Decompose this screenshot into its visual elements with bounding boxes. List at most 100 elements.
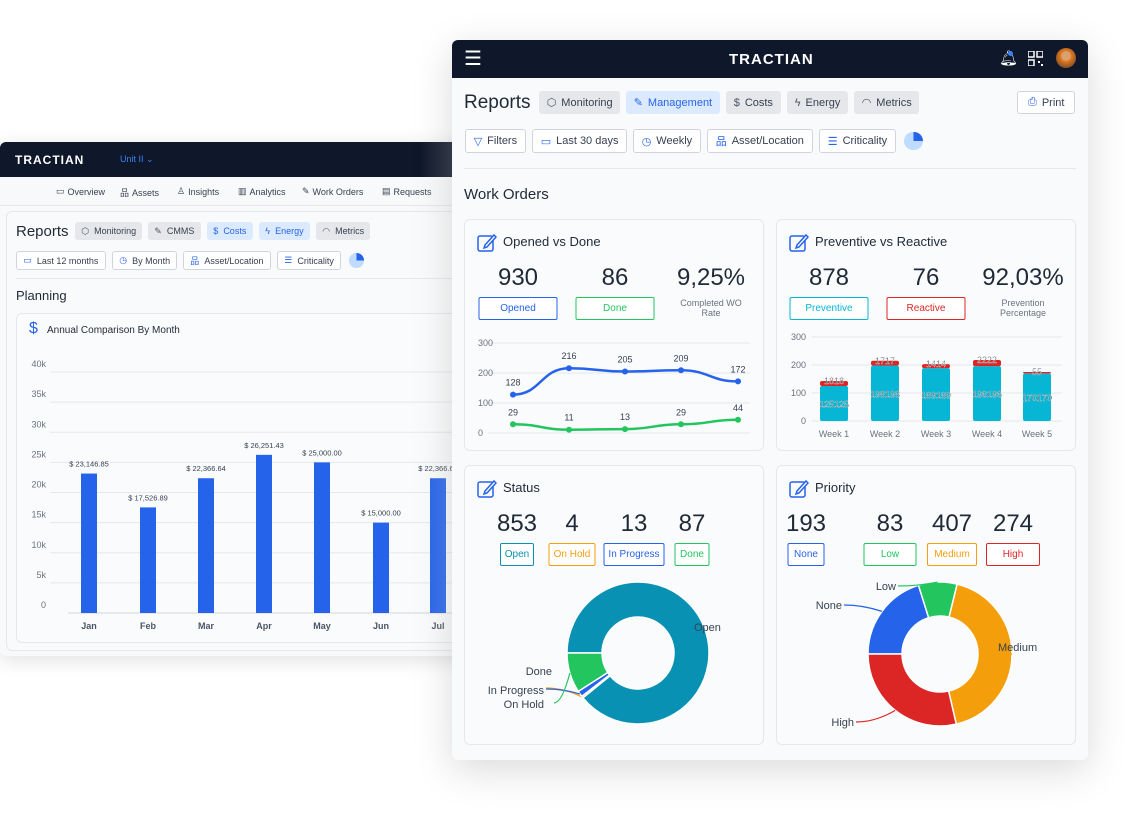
data-label: $ 17,526.89 (128, 493, 168, 502)
filter-last-30-days[interactable]: ▭ Last 30 days (532, 129, 628, 153)
y-tick-label: 0 (41, 600, 46, 610)
preventive-badge[interactable]: Preventive (789, 297, 869, 320)
filter-asset-location[interactable]: 品 Asset/Location (707, 129, 813, 153)
hierarchy-icon: 品 (715, 136, 727, 148)
tab-management[interactable]: ✎ Management (626, 91, 720, 114)
none-badge[interactable]: None (787, 543, 825, 566)
card-title: Opened vs Done (503, 234, 601, 249)
low-badge[interactable]: Low (863, 543, 917, 566)
on-hold-count: 4 (565, 510, 579, 537)
bar (314, 462, 330, 613)
bell-icon[interactable]: 🔔︎ (999, 49, 1018, 67)
tab-costs[interactable]: $ Costs (726, 91, 781, 114)
page-title: Reports (464, 92, 531, 113)
gauge-icon: ◠ (861, 97, 872, 109)
data-label: $ 26,251.43 (244, 441, 284, 450)
filter-criticality[interactable]: ☰ Criticality (819, 129, 896, 153)
chip-label: Costs (744, 96, 773, 109)
tab-monitoring[interactable]: ⬡ Monitoring (539, 91, 621, 114)
low-count: 83 (876, 510, 904, 537)
tab-energy[interactable]: ϟ Energy (787, 91, 849, 114)
bar (256, 454, 272, 613)
list-icon: ☰ (827, 135, 838, 148)
calendar-icon: ▭ (540, 135, 552, 148)
x-tick-label: Jun (373, 621, 389, 631)
done-badge[interactable]: Done (575, 297, 655, 320)
qr-code-icon[interactable] (1028, 51, 1043, 66)
opened-count: 930 (497, 264, 539, 291)
y-tick-label: 35k (31, 389, 46, 399)
bar (81, 473, 97, 613)
chip-label: Criticality (842, 135, 888, 147)
status-card: Status 853 Open 4 On Hold 13 In Progress 87 Don… (464, 465, 764, 745)
chip-label: Energy (805, 96, 841, 109)
bolt-icon: ϟ (794, 96, 801, 109)
dollar-icon: $ (733, 96, 740, 109)
menu-icon[interactable]: ☰ (464, 46, 482, 71)
opened-badge[interactable]: Opened (478, 297, 558, 320)
rate-label: Completed WO Rate (680, 298, 742, 318)
high-badge[interactable]: High (986, 543, 1040, 566)
x-tick-label: Apr (256, 621, 272, 631)
x-tick-label: May (313, 621, 331, 631)
reactive-count: 76 (912, 264, 940, 291)
avatar[interactable] (1056, 48, 1076, 68)
done-count: 86 (601, 264, 629, 291)
filter-icon: ▽ (473, 135, 483, 148)
bar (373, 522, 389, 613)
on-hold-badge[interactable]: On Hold (548, 543, 596, 566)
chip-label: Weekly (656, 135, 693, 147)
y-tick-label: 40k (31, 359, 46, 369)
front-window: ☰ TRACTIAN 🔔︎ Reports ⬡ Monitoring ✎ Manage… (452, 40, 1088, 760)
data-label: $ 23,146.85 (69, 460, 109, 469)
y-tick-label: 5k (36, 570, 46, 580)
data-label: $ 25,000.00 (302, 448, 342, 457)
x-tick-label: Feb (140, 621, 157, 631)
filter-filters[interactable]: ▽ Filters (465, 129, 526, 153)
chip-label: Monitoring (561, 96, 613, 109)
y-tick-label: 10k (31, 540, 46, 550)
bar (198, 478, 214, 613)
tab-metrics[interactable]: ◠ Metrics (854, 91, 920, 114)
chip-label: Asset/Location (731, 135, 804, 147)
y-tick-label: 15k (31, 510, 46, 520)
in-progress-badge[interactable]: In Progress (603, 543, 665, 566)
medium-badge[interactable]: Medium (927, 543, 977, 566)
y-tick-label: 25k (31, 449, 46, 459)
preventive-count: 878 (808, 264, 850, 291)
edit-icon: ✎ (633, 97, 643, 109)
calendar-clock-icon: ◷ (641, 135, 652, 148)
preventive-vs-reactive-card: Preventive vs Reactive 878 76 92,03% Pre… (776, 219, 1076, 451)
logo: TRACTIAN (729, 51, 814, 68)
high-count: 274 (992, 510, 1034, 537)
reactive-badge[interactable]: Reactive (886, 297, 966, 320)
open-count: 853 (496, 510, 538, 537)
filter-weekly[interactable]: ◷ Weekly (633, 129, 701, 153)
card-title: Status (503, 480, 540, 495)
card-title: Priority (815, 480, 856, 495)
medium-count: 407 (931, 510, 973, 537)
back-window: TRACTIAN Unit II ⌄ ▭ Overview 品 Assets ♙ Insi… (0, 142, 520, 656)
cube-icon: ⬡ (546, 97, 557, 109)
y-tick-label: 20k (31, 480, 46, 490)
print-label: Print (1041, 96, 1065, 109)
edit-icon (789, 232, 810, 257)
chip-label: Metrics (876, 96, 912, 109)
print-button[interactable]: ⎙ Print (1017, 91, 1076, 114)
opened-vs-done-card: Opened vs Done 930 86 9,25% Opened Done … (464, 219, 764, 451)
chip-label: Last 30 days (556, 135, 619, 147)
edit-icon (477, 232, 498, 257)
loading-pie-icon (904, 131, 923, 151)
done-badge[interactable]: Done (674, 543, 710, 566)
edit-icon (477, 478, 498, 503)
edit-icon (789, 478, 810, 503)
x-tick-label: Jan (81, 621, 97, 631)
open-badge[interactable]: Open (500, 543, 534, 566)
prevention-percentage: 92,03% (982, 264, 1064, 291)
done-count: 87 (678, 510, 706, 537)
bar (140, 507, 156, 613)
data-label: $ 22,366.64 (186, 464, 226, 473)
section-title: Work Orders (464, 186, 549, 203)
front-header: ☰ TRACTIAN 🔔︎ (452, 40, 1088, 78)
pct-label: Prevention Percentage (999, 298, 1047, 318)
